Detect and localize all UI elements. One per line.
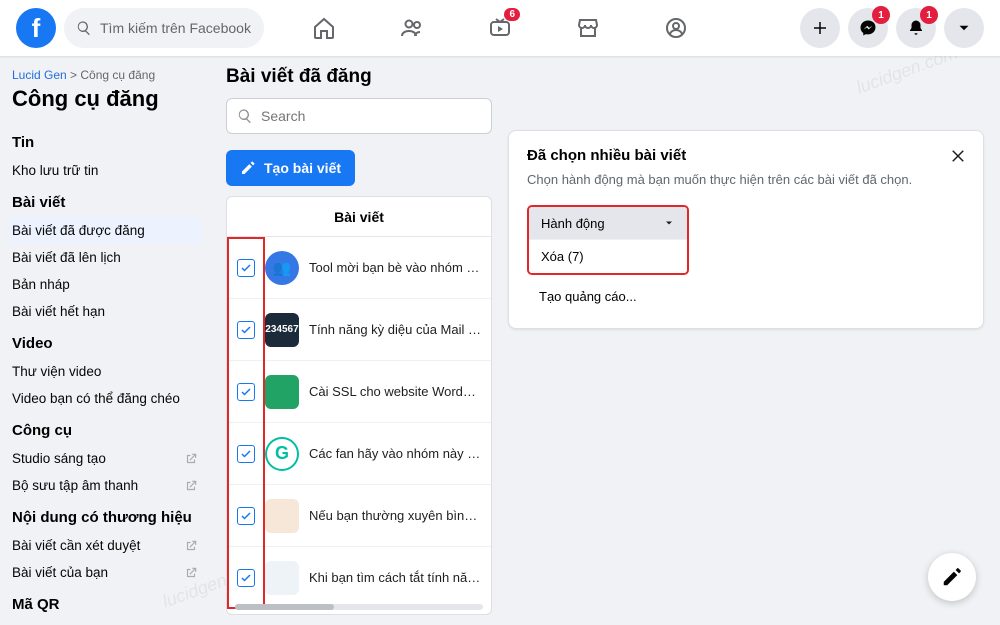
post-checkbox[interactable] bbox=[237, 321, 255, 339]
watch-badge: 6 bbox=[504, 8, 520, 21]
post-row[interactable]: Khi bạn tìm cách tắt tính năng bài n... bbox=[227, 547, 491, 602]
search-icon bbox=[76, 20, 92, 36]
plus-icon bbox=[811, 19, 829, 37]
caret-down-icon bbox=[955, 19, 973, 37]
posts-search-input[interactable] bbox=[261, 108, 481, 124]
compose-fab[interactable] bbox=[928, 553, 976, 601]
notifications-button[interactable]: 1 bbox=[896, 8, 936, 48]
external-link-icon bbox=[184, 566, 198, 580]
facebook-logo[interactable]: f bbox=[16, 8, 56, 48]
center-nav: 6 bbox=[284, 4, 716, 52]
post-row[interactable]: G Các fan hãy vào nhóm này để giao ... bbox=[227, 423, 491, 485]
sidebar-item[interactable]: Thư viện video bbox=[8, 358, 202, 385]
post-checkbox[interactable] bbox=[237, 445, 255, 463]
post-thumbnail bbox=[265, 499, 299, 533]
messenger-button[interactable]: 1 bbox=[848, 8, 888, 48]
post-title: Các fan hãy vào nhóm này để giao ... bbox=[309, 446, 481, 461]
sidebar-group-head: Bài viết bbox=[8, 184, 202, 217]
sidebar-group-head: Mẫu quảng cáo tìm kiếm khách hàng tiềm n… bbox=[8, 619, 202, 625]
sidebar-group-head: Mã QR bbox=[8, 586, 202, 619]
create-button[interactable] bbox=[800, 8, 840, 48]
posts-list[interactable]: 👥 Tool mời bạn bè vào nhóm trên Fac... 012… bbox=[227, 237, 491, 602]
card-title: Đã chọn nhiều bài viết bbox=[527, 147, 965, 164]
account-menu[interactable] bbox=[944, 8, 984, 48]
caret-down-icon bbox=[663, 217, 675, 229]
sidebar-item[interactable]: Bài viết đã lên lịch bbox=[8, 244, 202, 271]
global-search[interactable]: Tìm kiếm trên Facebook bbox=[64, 8, 264, 48]
post-thumbnail bbox=[265, 561, 299, 595]
external-link-icon bbox=[184, 479, 198, 493]
post-thumbnail: G bbox=[265, 437, 299, 471]
posts-panel: Bài viết 👥 Tool mời bạn bè vào nhóm trên … bbox=[226, 196, 492, 615]
compose-icon bbox=[941, 566, 963, 588]
sidebar-item[interactable]: Bộ sưu tập âm thanh bbox=[8, 472, 202, 499]
compose-icon bbox=[240, 160, 256, 176]
sidebar-item[interactable]: Bài viết của bạn bbox=[8, 559, 202, 586]
post-row[interactable]: Nếu bạn thường xuyên bình luận tr... bbox=[227, 485, 491, 547]
global-search-placeholder: Tìm kiếm trên Facebook bbox=[100, 20, 251, 36]
sidebar-item[interactable]: Studio sáng tạo bbox=[8, 445, 202, 472]
posts-search[interactable] bbox=[226, 98, 492, 134]
sidebar-group-head: Nội dung có thương hiệu bbox=[8, 499, 202, 532]
sidebar-group-head: Tin bbox=[8, 124, 202, 157]
search-icon bbox=[237, 108, 253, 124]
horizontal-scrollbar[interactable] bbox=[235, 604, 483, 610]
close-button[interactable] bbox=[947, 145, 969, 167]
post-row[interactable]: Cài SSL cho website WordPress và ... bbox=[227, 361, 491, 423]
post-title: Tính năng kỳ diệu của Mail Merge t... bbox=[309, 322, 481, 337]
sidebar-group-head: Video bbox=[8, 325, 202, 358]
close-icon bbox=[949, 147, 967, 165]
post-thumbnail: 👥 bbox=[265, 251, 299, 285]
messenger-badge: 1 bbox=[872, 6, 890, 24]
breadcrumb-link[interactable]: Lucid Gen bbox=[12, 68, 67, 82]
post-title: Khi bạn tìm cách tắt tính năng bài n... bbox=[309, 570, 481, 585]
sidebar-item[interactable]: Video bạn có thể đăng chéo bbox=[8, 385, 202, 412]
post-thumbnail bbox=[265, 375, 299, 409]
sidebar-item[interactable]: Kho lưu trữ tin bbox=[8, 157, 202, 184]
create-post-button[interactable]: Tạo bài viết bbox=[226, 150, 355, 186]
nav-marketplace[interactable] bbox=[548, 4, 628, 52]
bulk-action-card: Đã chọn nhiều bài viết Chọn hành động mà… bbox=[508, 130, 984, 329]
external-link-icon bbox=[184, 539, 198, 553]
nav-groups[interactable] bbox=[636, 4, 716, 52]
external-link-icon bbox=[184, 452, 198, 466]
right-icons: 1 1 bbox=[800, 8, 984, 48]
sidebar-item[interactable]: Bài viết đã được đăng bbox=[8, 217, 202, 244]
sidebar-item[interactable]: Bản nháp bbox=[8, 271, 202, 298]
sidebar: Lucid Gen > Công cụ đăng Công cụ đăng Ti… bbox=[0, 56, 210, 625]
sidebar-item[interactable]: Bài viết hết hạn bbox=[8, 298, 202, 325]
posts-column-header: Bài viết bbox=[227, 197, 491, 237]
highlight-dropdown: Hành động Xóa (7) bbox=[527, 205, 689, 275]
dropdown-option-ads[interactable]: Tạo quảng cáo... bbox=[527, 281, 965, 312]
breadcrumb: Lucid Gen > Công cụ đăng bbox=[8, 68, 202, 82]
card-subtitle: Chọn hành động mà bạn muốn thực hiện trê… bbox=[527, 172, 965, 187]
post-checkbox[interactable] bbox=[237, 569, 255, 587]
post-title: Nếu bạn thường xuyên bình luận tr... bbox=[309, 508, 481, 523]
post-row[interactable]: 0123456789 Tính năng kỳ diệu của Mail Mer… bbox=[227, 299, 491, 361]
page-title: Bài viết đã đăng bbox=[226, 66, 492, 88]
post-row[interactable]: 👥 Tool mời bạn bè vào nhóm trên Fac... bbox=[227, 237, 491, 299]
post-title: Tool mời bạn bè vào nhóm trên Fac... bbox=[309, 260, 481, 275]
post-checkbox[interactable] bbox=[237, 259, 255, 277]
post-checkbox[interactable] bbox=[237, 383, 255, 401]
post-checkbox[interactable] bbox=[237, 507, 255, 525]
top-bar: f Tìm kiếm trên Facebook 6 1 bbox=[0, 0, 1000, 56]
sidebar-group-head: Công cụ bbox=[8, 412, 202, 445]
dropdown-option-delete[interactable]: Xóa (7) bbox=[529, 239, 687, 273]
nav-friends[interactable] bbox=[372, 4, 452, 52]
nav-watch[interactable]: 6 bbox=[460, 4, 540, 52]
sidebar-title: Công cụ đăng bbox=[8, 82, 202, 124]
action-dropdown[interactable]: Hành động bbox=[529, 207, 687, 239]
post-thumbnail: 0123456789 bbox=[265, 313, 299, 347]
notif-badge: 1 bbox=[920, 6, 938, 24]
post-title: Cài SSL cho website WordPress và ... bbox=[309, 384, 481, 399]
nav-home[interactable] bbox=[284, 4, 364, 52]
sidebar-item[interactable]: Bài viết cần xét duyệt bbox=[8, 532, 202, 559]
